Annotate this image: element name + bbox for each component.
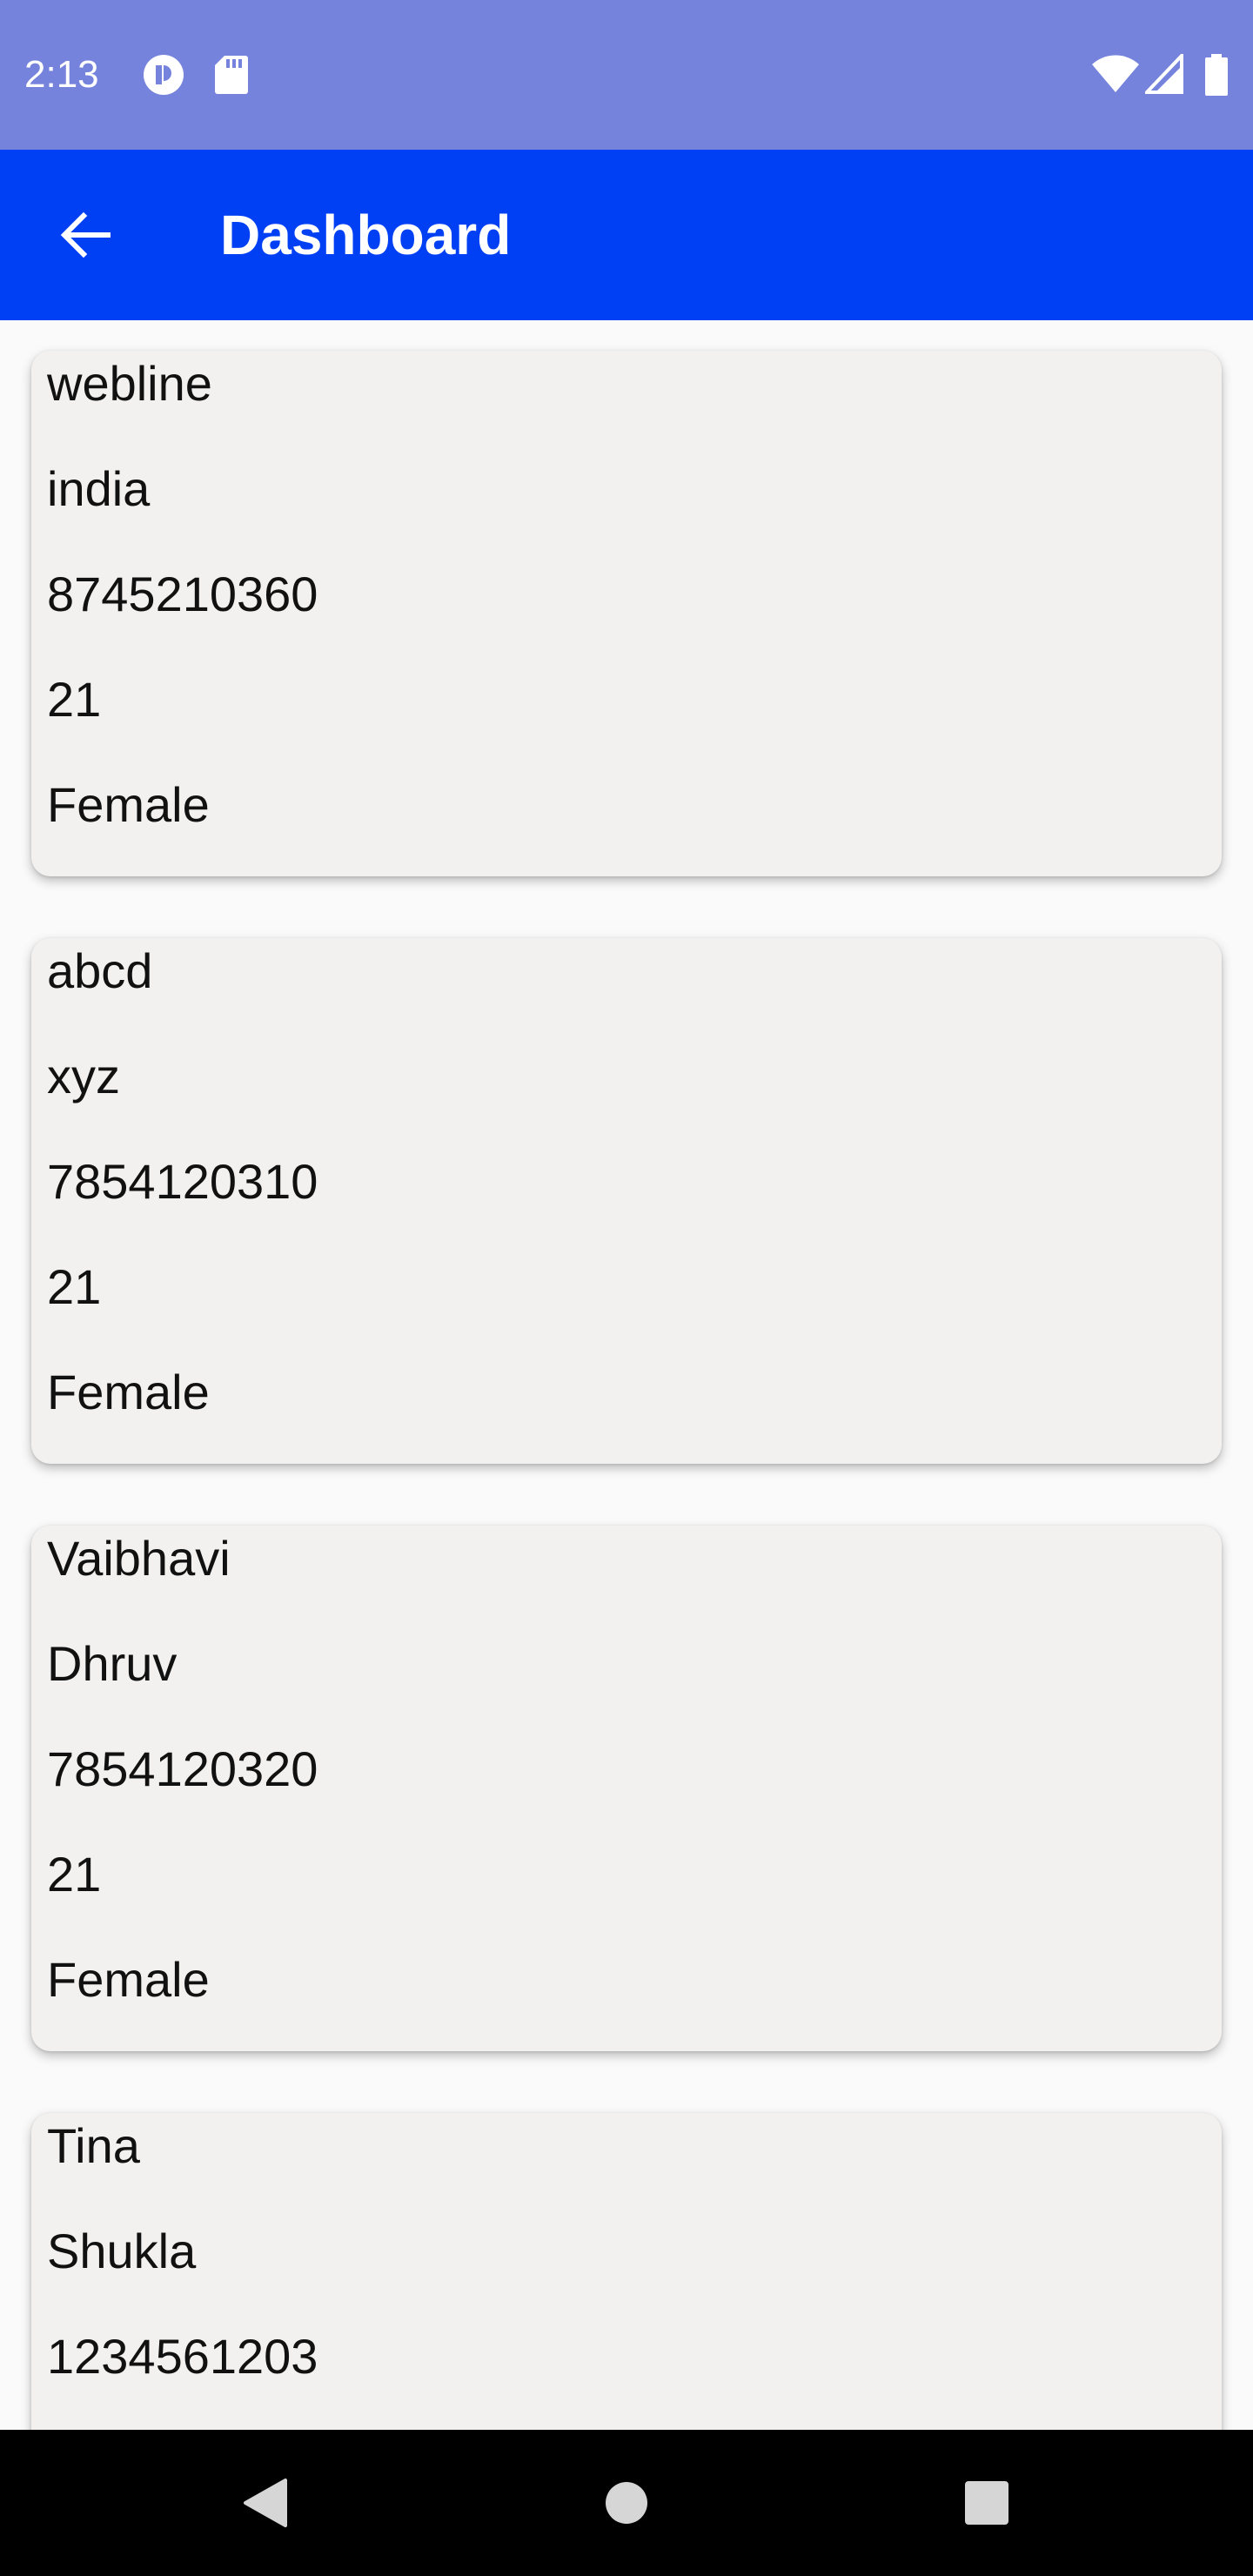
card-phone: 1234561203 <box>47 2329 318 2384</box>
back-button[interactable] <box>45 195 125 275</box>
card-surname: xyz <box>47 1049 120 1104</box>
card-age: 21 <box>47 1259 102 1314</box>
user-card[interactable]: webline india 8745210360 21 Female <box>31 351 1222 876</box>
system-nav-bar <box>0 2430 1253 2576</box>
card-surname: india <box>47 461 151 516</box>
back-triangle-icon <box>240 2477 289 2529</box>
status-bar: 2:13 <box>0 0 1253 150</box>
page-title: Dashboard <box>220 204 512 266</box>
card-surname: Dhruv <box>47 1636 178 1691</box>
card-name: Vaibhavi <box>47 1531 231 1586</box>
card-age: 21 <box>47 672 102 727</box>
card-age: 21 <box>47 1847 102 1902</box>
card-gender: Female <box>47 1952 210 2007</box>
card-gender: Female <box>47 777 210 832</box>
arrow-back-icon <box>57 207 113 263</box>
nav-back-button[interactable] <box>226 2465 303 2541</box>
battery-icon <box>1204 54 1229 100</box>
user-card-list[interactable]: webline india 8745210360 21 Female abcd … <box>0 320 1253 2430</box>
card-phone: 7854120310 <box>47 1154 318 1209</box>
card-gender: Female <box>47 1365 210 1419</box>
cell-signal-icon <box>1142 51 1183 98</box>
user-card[interactable]: Tina Shukla 1234561203 <box>31 2113 1222 2430</box>
card-name: Tina <box>47 2118 140 2173</box>
user-card[interactable]: abcd xyz 7854120310 21 Female <box>31 938 1222 1464</box>
sd-card-icon <box>214 54 249 100</box>
status-time: 2:13 <box>24 53 99 96</box>
card-name: abcd <box>47 943 153 998</box>
app-bar: Dashboard <box>0 150 1253 320</box>
card-phone: 7854120320 <box>47 1741 318 1796</box>
nav-home-button[interactable] <box>588 2465 665 2541</box>
card-age <box>47 2409 318 2430</box>
nav-recents-button[interactable] <box>948 2465 1025 2541</box>
card-phone: 8745210360 <box>47 567 318 621</box>
podcast-app-icon <box>143 54 184 100</box>
card-name: webline <box>47 356 212 411</box>
home-circle-icon <box>604 2480 649 2526</box>
card-surname: Shukla <box>47 2224 197 2278</box>
recents-square-icon <box>964 2480 1009 2526</box>
user-card[interactable]: Vaibhavi Dhruv 7854120320 21 Female <box>31 1526 1222 2051</box>
wifi-icon <box>1091 54 1140 98</box>
